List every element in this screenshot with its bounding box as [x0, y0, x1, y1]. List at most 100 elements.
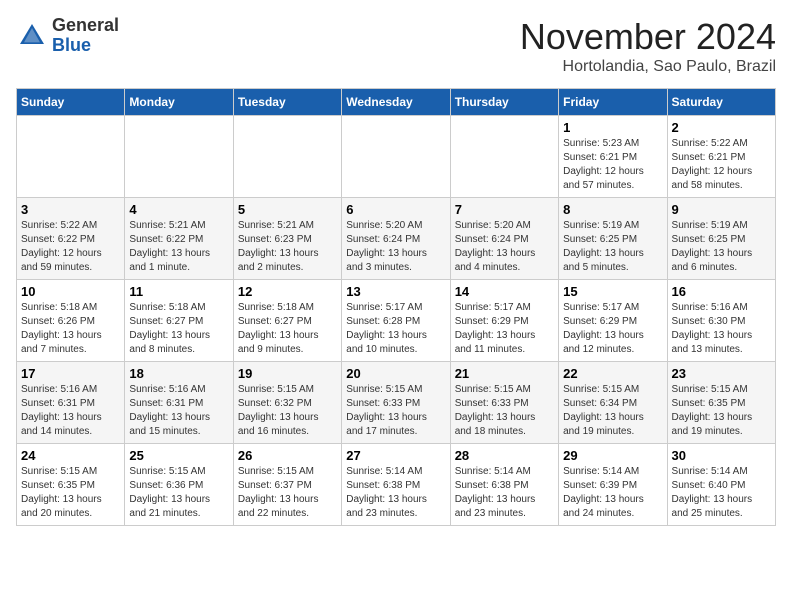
- day-number: 10: [21, 284, 120, 299]
- calendar-cell: 26Sunrise: 5:15 AM Sunset: 6:37 PM Dayli…: [233, 444, 341, 526]
- day-info: Sunrise: 5:14 AM Sunset: 6:38 PM Dayligh…: [346, 465, 445, 521]
- day-number: 5: [238, 202, 337, 217]
- calendar-cell: 11 Sunrise: 5:18 AM Sunset: 6:27 PM Dayli…: [125, 280, 233, 362]
- calendar-cell: 16 Sunrise: 5:16 AM Sunset: 6:30 PM Dayli…: [667, 280, 775, 362]
- day-number: 29: [563, 448, 662, 463]
- calendar-cell: 4 Sunrise: 5:21 AM Sunset: 6:22 PM Daylig…: [125, 198, 233, 280]
- week-row-2: 3 Sunrise: 5:22 AM Sunset: 6:22 PM Daylig…: [17, 198, 776, 280]
- day-info: Sunrise: 5:22 AM Sunset: 6:21 PM Dayligh…: [672, 137, 771, 193]
- day-info: Sunrise: 5:14 AM Sunset: 6:38 PM Dayligh…: [455, 465, 554, 521]
- day-number: 16: [672, 284, 771, 299]
- day-info: Sunrise: 5:15 AM Sunset: 6:32 PM Dayligh…: [238, 383, 337, 439]
- week-row-1: 1Sunrise: 5:23 AM Sunset: 6:21 PM Daylig…: [17, 116, 776, 198]
- calendar-cell: 30 Sunrise: 5:14 AM Sunset: 6:40 PM Dayli…: [667, 444, 775, 526]
- day-info: Sunrise: 5:20 AM Sunset: 6:24 PM Dayligh…: [346, 219, 445, 275]
- weekday-header-sunday: Sunday: [17, 89, 125, 116]
- day-info: Sunrise: 5:19 AM Sunset: 6:25 PM Dayligh…: [672, 219, 771, 275]
- day-number: 11: [129, 284, 228, 299]
- day-info: Sunrise: 5:16 AM Sunset: 6:30 PM Dayligh…: [672, 301, 771, 357]
- day-info: Sunrise: 5:18 AM Sunset: 6:26 PM Dayligh…: [21, 301, 120, 357]
- calendar-cell: [233, 116, 341, 198]
- calendar-cell: 15Sunrise: 5:17 AM Sunset: 6:29 PM Dayli…: [559, 280, 667, 362]
- day-info: Sunrise: 5:17 AM Sunset: 6:28 PM Dayligh…: [346, 301, 445, 357]
- day-info: Sunrise: 5:18 AM Sunset: 6:27 PM Dayligh…: [129, 301, 228, 357]
- week-row-3: 10 Sunrise: 5:18 AM Sunset: 6:26 PM Dayli…: [17, 280, 776, 362]
- day-number: 21: [455, 366, 554, 381]
- day-number: 23: [672, 366, 771, 381]
- day-number: 4: [129, 202, 228, 217]
- day-number: 14: [455, 284, 554, 299]
- day-number: 24: [21, 448, 120, 463]
- weekday-header-thursday: Thursday: [450, 89, 558, 116]
- calendar-cell: 2Sunrise: 5:22 AM Sunset: 6:21 PM Daylig…: [667, 116, 775, 198]
- day-number: 6: [346, 202, 445, 217]
- day-number: 30: [672, 448, 771, 463]
- day-number: 19: [238, 366, 337, 381]
- day-number: 25: [129, 448, 228, 463]
- day-number: 22: [563, 366, 662, 381]
- day-number: 26: [238, 448, 337, 463]
- page-header: General Blue November 2024 Hortolandia, …: [16, 16, 776, 76]
- day-number: 28: [455, 448, 554, 463]
- day-number: 9: [672, 202, 771, 217]
- day-info: Sunrise: 5:18 AM Sunset: 6:27 PM Dayligh…: [238, 301, 337, 357]
- day-info: Sunrise: 5:23 AM Sunset: 6:21 PM Dayligh…: [563, 137, 662, 193]
- day-info: Sunrise: 5:17 AM Sunset: 6:29 PM Dayligh…: [563, 301, 662, 357]
- day-info: Sunrise: 5:15 AM Sunset: 6:34 PM Dayligh…: [563, 383, 662, 439]
- calendar-table: SundayMondayTuesdayWednesdayThursdayFrid…: [16, 88, 776, 526]
- day-info: Sunrise: 5:19 AM Sunset: 6:25 PM Dayligh…: [563, 219, 662, 275]
- calendar-cell: 28 Sunrise: 5:14 AM Sunset: 6:38 PM Dayli…: [450, 444, 558, 526]
- day-number: 12: [238, 284, 337, 299]
- calendar-cell: 6 Sunrise: 5:20 AM Sunset: 6:24 PM Daylig…: [342, 198, 450, 280]
- day-info: Sunrise: 5:14 AM Sunset: 6:40 PM Dayligh…: [672, 465, 771, 521]
- day-info: Sunrise: 5:15 AM Sunset: 6:36 PM Dayligh…: [129, 465, 228, 521]
- calendar-cell: 14 Sunrise: 5:17 AM Sunset: 6:29 PM Dayli…: [450, 280, 558, 362]
- calendar-cell: 7Sunrise: 5:20 AM Sunset: 6:24 PM Daylig…: [450, 198, 558, 280]
- day-number: 27: [346, 448, 445, 463]
- calendar-cell: 24 Sunrise: 5:15 AM Sunset: 6:35 PM Dayli…: [17, 444, 125, 526]
- day-info: Sunrise: 5:21 AM Sunset: 6:22 PM Dayligh…: [129, 219, 228, 275]
- calendar-cell: 13 Sunrise: 5:17 AM Sunset: 6:28 PM Dayli…: [342, 280, 450, 362]
- day-info: Sunrise: 5:16 AM Sunset: 6:31 PM Dayligh…: [129, 383, 228, 439]
- weekday-header-friday: Friday: [559, 89, 667, 116]
- weekday-header-monday: Monday: [125, 89, 233, 116]
- calendar-cell: 5 Sunrise: 5:21 AM Sunset: 6:23 PM Daylig…: [233, 198, 341, 280]
- day-info: Sunrise: 5:17 AM Sunset: 6:29 PM Dayligh…: [455, 301, 554, 357]
- weekday-header-row: SundayMondayTuesdayWednesdayThursdayFrid…: [17, 89, 776, 116]
- day-info: Sunrise: 5:14 AM Sunset: 6:39 PM Dayligh…: [563, 465, 662, 521]
- weekday-header-tuesday: Tuesday: [233, 89, 341, 116]
- week-row-4: 17Sunrise: 5:16 AM Sunset: 6:31 PM Dayli…: [17, 362, 776, 444]
- calendar-cell: 21 Sunrise: 5:15 AM Sunset: 6:33 PM Dayli…: [450, 362, 558, 444]
- day-info: Sunrise: 5:22 AM Sunset: 6:22 PM Dayligh…: [21, 219, 120, 275]
- day-number: 20: [346, 366, 445, 381]
- logo-text: General Blue: [52, 16, 119, 56]
- weekday-header-wednesday: Wednesday: [342, 89, 450, 116]
- calendar-cell: [17, 116, 125, 198]
- day-info: Sunrise: 5:15 AM Sunset: 6:33 PM Dayligh…: [455, 383, 554, 439]
- calendar-cell: [342, 116, 450, 198]
- day-number: 13: [346, 284, 445, 299]
- calendar-cell: [450, 116, 558, 198]
- day-info: Sunrise: 5:15 AM Sunset: 6:35 PM Dayligh…: [21, 465, 120, 521]
- day-number: 3: [21, 202, 120, 217]
- calendar-cell: 12 Sunrise: 5:18 AM Sunset: 6:27 PM Dayli…: [233, 280, 341, 362]
- week-row-5: 24 Sunrise: 5:15 AM Sunset: 6:35 PM Dayli…: [17, 444, 776, 526]
- calendar-cell: 23Sunrise: 5:15 AM Sunset: 6:35 PM Dayli…: [667, 362, 775, 444]
- calendar-cell: 17Sunrise: 5:16 AM Sunset: 6:31 PM Dayli…: [17, 362, 125, 444]
- calendar-cell: 29 Sunrise: 5:14 AM Sunset: 6:39 PM Dayli…: [559, 444, 667, 526]
- calendar-cell: 18 Sunrise: 5:16 AM Sunset: 6:31 PM Dayli…: [125, 362, 233, 444]
- day-number: 8: [563, 202, 662, 217]
- weekday-header-saturday: Saturday: [667, 89, 775, 116]
- logo-general: General: [52, 15, 119, 35]
- day-info: Sunrise: 5:21 AM Sunset: 6:23 PM Dayligh…: [238, 219, 337, 275]
- calendar-cell: 19 Sunrise: 5:15 AM Sunset: 6:32 PM Dayli…: [233, 362, 341, 444]
- calendar-cell: 3 Sunrise: 5:22 AM Sunset: 6:22 PM Daylig…: [17, 198, 125, 280]
- logo-blue: Blue: [52, 35, 91, 55]
- calendar-cell: 9 Sunrise: 5:19 AM Sunset: 6:25 PM Daylig…: [667, 198, 775, 280]
- calendar-cell: 22 Sunrise: 5:15 AM Sunset: 6:34 PM Dayli…: [559, 362, 667, 444]
- calendar-cell: 1Sunrise: 5:23 AM Sunset: 6:21 PM Daylig…: [559, 116, 667, 198]
- day-number: 18: [129, 366, 228, 381]
- day-info: Sunrise: 5:16 AM Sunset: 6:31 PM Dayligh…: [21, 383, 120, 439]
- logo-icon: [16, 20, 48, 52]
- calendar-cell: 10 Sunrise: 5:18 AM Sunset: 6:26 PM Dayli…: [17, 280, 125, 362]
